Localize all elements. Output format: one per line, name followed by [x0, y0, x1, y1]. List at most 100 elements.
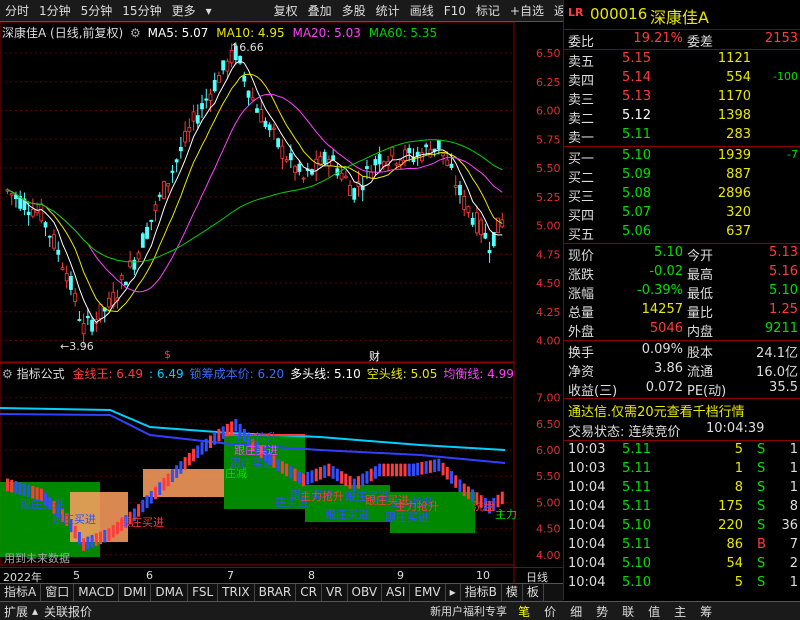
ask-row[interactable]: 卖二 5.12 1398 — [564, 107, 800, 127]
tab-dmi[interactable]: DMI — [119, 584, 152, 601]
status-tab-bi[interactable]: 笔 — [511, 603, 537, 620]
event-marker-cai[interactable]: 财 — [369, 348, 380, 364]
tab-obv[interactable]: OBV — [348, 584, 383, 601]
order-level-label: 卖四 — [568, 74, 595, 89]
price-panel-frame — [0, 22, 515, 363]
tab-ban[interactable]: 板 — [523, 584, 544, 601]
order-price: 5.09 — [622, 167, 651, 182]
tab-dma[interactable]: DMA — [151, 584, 189, 601]
bid-row[interactable]: 买二 5.09 887 — [564, 166, 800, 186]
indicator-candle — [450, 471, 454, 484]
status-tab-zhi[interactable]: 值 — [641, 603, 667, 620]
status-tab-shi[interactable]: 势 — [589, 603, 615, 620]
toolbar-item-fuquan[interactable]: 复权 — [269, 2, 303, 19]
tab-macd[interactable]: MACD — [74, 584, 120, 601]
indicator-candle — [340, 471, 344, 484]
order-level-label: 买三 — [568, 190, 595, 205]
indicator-candle — [154, 486, 158, 500]
tab-indicator-b[interactable]: 指标B — [461, 584, 502, 601]
toolbar-item-more[interactable]: 更多 — [167, 2, 201, 19]
status-expand[interactable]: 扩展 — [0, 603, 32, 620]
toolbar-item-diejia[interactable]: 叠加 — [303, 2, 337, 19]
candle-body — [373, 159, 378, 166]
candle-body — [458, 184, 462, 196]
toolbar-item-f10[interactable]: F10 — [439, 4, 471, 18]
candle-body — [26, 211, 31, 216]
stat-row: 涨跌 -0.02 最高 5.16 — [568, 264, 798, 283]
status-tab-chou[interactable]: 筹 — [693, 603, 719, 620]
trade-state-row: 交易状态: 连续竞价 10:04:39 — [568, 421, 765, 440]
stat-row: 外盘 5046 内盘 9211 — [568, 321, 798, 340]
candle-body — [166, 183, 171, 187]
tab-asi[interactable]: ASI — [382, 584, 411, 601]
candle-body — [424, 144, 429, 148]
event-marker-dollar[interactable]: $ — [164, 348, 171, 361]
candle-body — [98, 303, 103, 319]
toolbar-item-biaoji[interactable]: 标记 — [471, 2, 505, 19]
status-tab-zhu[interactable]: 主 — [667, 603, 693, 620]
tab-cr[interactable]: CR — [296, 584, 322, 601]
tab-emv[interactable]: EMV — [410, 584, 446, 601]
bid-row[interactable]: 买三 5.08 2896 — [564, 185, 800, 205]
candle-body — [255, 108, 259, 113]
status-tab-xi[interactable]: 细 — [563, 603, 589, 620]
tab-indicator-a[interactable]: 指标A — [0, 584, 42, 601]
ask-row[interactable]: 卖三 5.13 1170 — [564, 88, 800, 108]
order-level-label: 卖三 — [568, 93, 595, 108]
low-annotation: ←3.96 — [60, 340, 94, 353]
candle-body — [487, 249, 492, 254]
indicator-signal-label: 跟庄买进 — [365, 494, 409, 507]
stock-title: 深康佳A (日线,前复权) — [2, 26, 124, 40]
order-level-label: 卖一 — [568, 131, 595, 146]
status-new-user-promo[interactable]: 新用户福利专享 — [426, 603, 511, 619]
status-tab-jia[interactable]: 价 — [537, 603, 563, 620]
indicator-candle — [107, 528, 111, 541]
tab-fsl[interactable]: FSL — [188, 584, 219, 601]
bid-row[interactable]: 买一 5.10 1939 -7 — [564, 147, 800, 167]
order-volume: 637 — [726, 224, 751, 239]
tab-mo[interactable]: 模 — [502, 584, 523, 601]
toolbar-item-zixuan[interactable]: +自选 — [505, 2, 549, 19]
promo-text[interactable]: 通达信.仅需20元查看千档行情 — [568, 401, 745, 420]
indicator-candle — [175, 465, 179, 478]
tab-vr[interactable]: VR — [322, 584, 348, 601]
indicator-gear-icon[interactable]: ⚙ — [2, 367, 13, 381]
tab-window[interactable]: 窗口 — [41, 584, 75, 601]
status-tab-lian[interactable]: 联 — [615, 603, 641, 620]
toolbar-item-15min[interactable]: 15分钟 — [117, 2, 166, 19]
toolbar-item-tongji[interactable]: 统计 — [371, 2, 405, 19]
settings-gear-icon[interactable]: ⚙ — [130, 26, 141, 40]
indicator-candle — [445, 466, 449, 480]
indicator-candle — [217, 428, 221, 442]
tab-brar[interactable]: BRAR — [255, 584, 297, 601]
tab-trix[interactable]: TRIX — [218, 584, 255, 601]
more-dropdown-icon[interactable]: ▾ — [201, 4, 217, 18]
toolbar-item-1min[interactable]: 1分钟 — [34, 2, 76, 19]
promo-row[interactable]: 通达信.仅需20元查看千档行情 — [564, 400, 800, 420]
time-label-oct: 10 — [476, 569, 490, 582]
ask-row[interactable]: 卖五 5.15 1121 — [564, 50, 800, 70]
status-related-quote[interactable]: 关联报价 — [38, 603, 98, 620]
toolbar-item-duogu[interactable]: 多股 — [337, 2, 371, 19]
candle-body — [246, 90, 251, 98]
toolbar-item-huaxian[interactable]: 画线 — [405, 2, 439, 19]
bid-row[interactable]: 买四 5.07 320 — [564, 204, 800, 224]
ask-row[interactable]: 卖一 5.11 283 — [564, 126, 800, 146]
candle-body — [250, 97, 255, 101]
toolbar-item-fenshi[interactable]: 分时 — [0, 2, 34, 19]
toolbar-item-5min[interactable]: 5分钟 — [76, 2, 118, 19]
tab-scroll-arrow-icon[interactable]: ▸ — [446, 584, 461, 601]
bid-row[interactable]: 买五 5.06 637 — [564, 223, 800, 243]
candle-body — [187, 126, 192, 133]
candle-body — [145, 226, 149, 239]
indicator-candle — [285, 463, 289, 477]
candle-body — [272, 127, 276, 130]
candle-body — [170, 170, 175, 173]
fundamental-row: 换手 0.09% 股本 24.1亿 — [568, 342, 798, 361]
price-tick-label: 5.25 — [536, 191, 561, 204]
chart-area[interactable]: 6.50 6.25 6.00 5.75 5.50 5.25 5.00 4.75 4.50 4.25… — [0, 22, 563, 584]
stock-code: 000016 — [590, 5, 648, 23]
candle-body — [238, 55, 242, 64]
ask-row[interactable]: 卖四 5.14 554 -100 — [564, 69, 800, 89]
indicator-candle — [399, 463, 403, 477]
